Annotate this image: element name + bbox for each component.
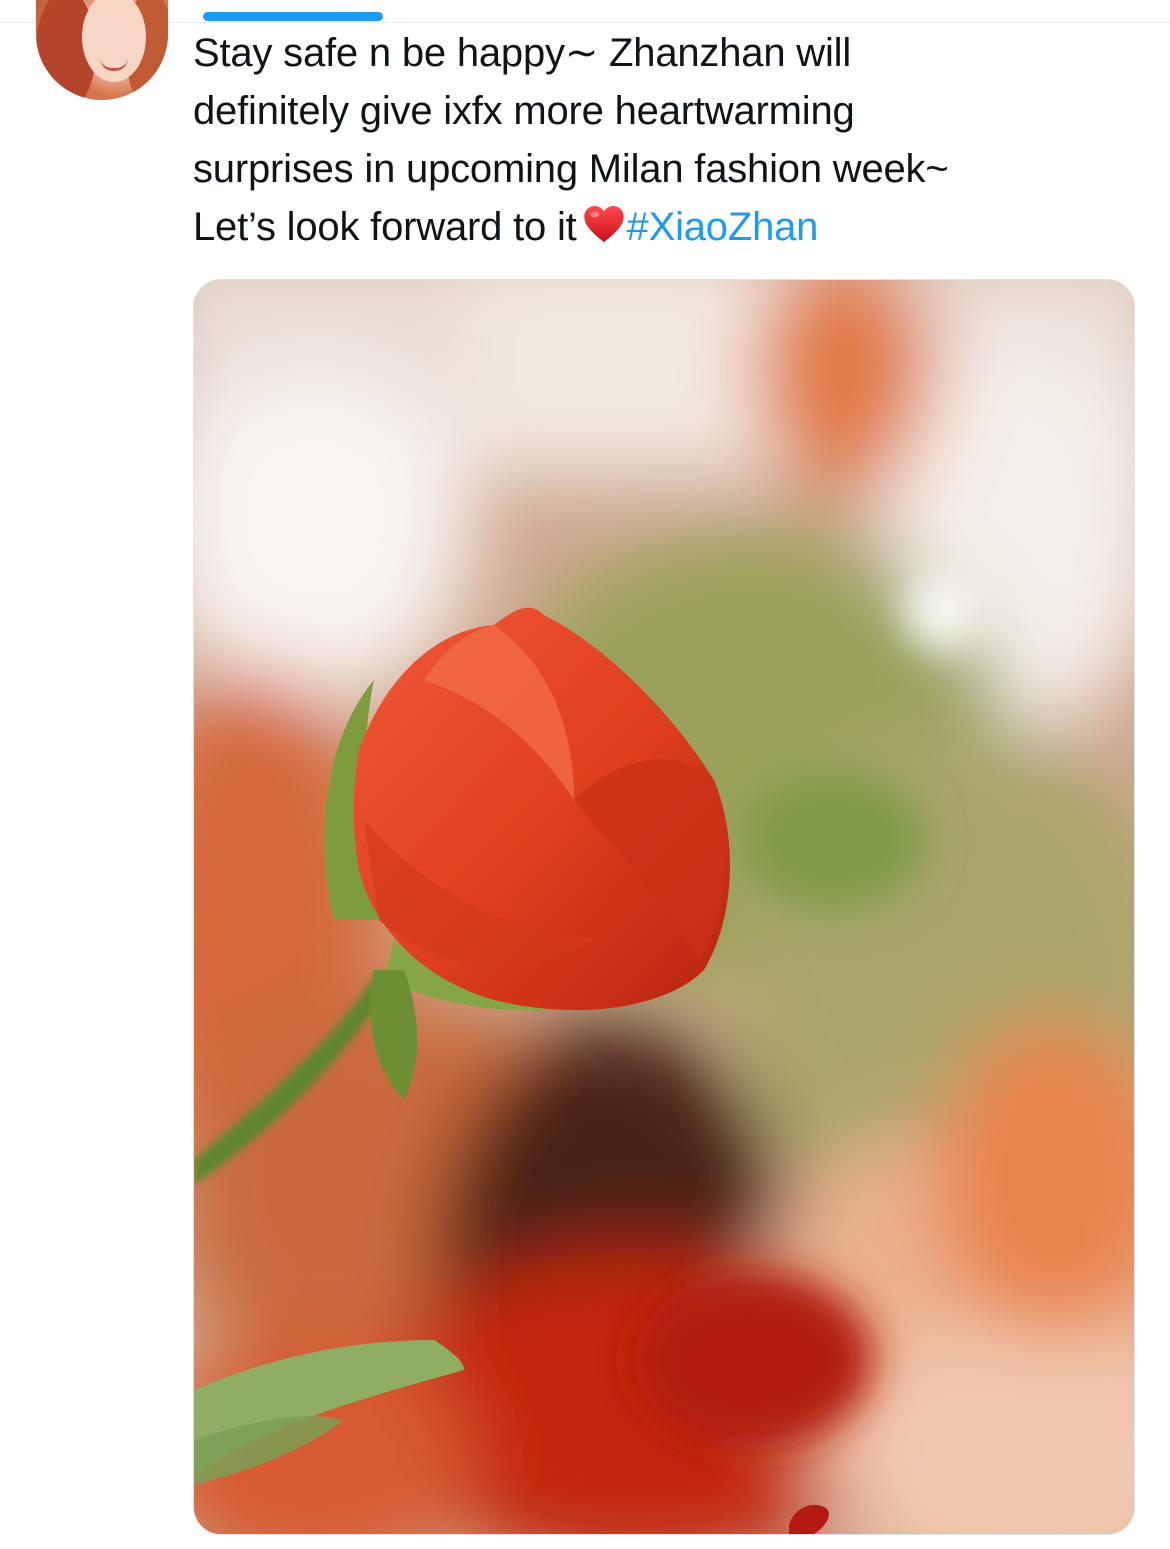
tweet-line: Let’s look forward to it [193,205,577,249]
tweet-line: definitely give ixfx more heartwarming [193,89,855,133]
rose-photo [194,280,1134,1534]
top-bar [0,0,1170,23]
hashtag-link[interactable]: #XiaoZhan [627,205,819,249]
tab-indicator [203,12,383,21]
avatar[interactable] [36,0,168,100]
tweet-line: surprises in upcoming Milan fashion week… [193,147,949,191]
tweet-line: Stay safe n be happy∼ Zhanzhan will [193,31,852,75]
tweet-media-image[interactable] [193,279,1135,1535]
tweet-line-last: Let’s look forward to it #XiaoZhan [193,198,1143,256]
tweet-text: Stay safe n be happy∼ Zhanzhan will defi… [193,24,1143,256]
heart-icon [583,205,624,243]
